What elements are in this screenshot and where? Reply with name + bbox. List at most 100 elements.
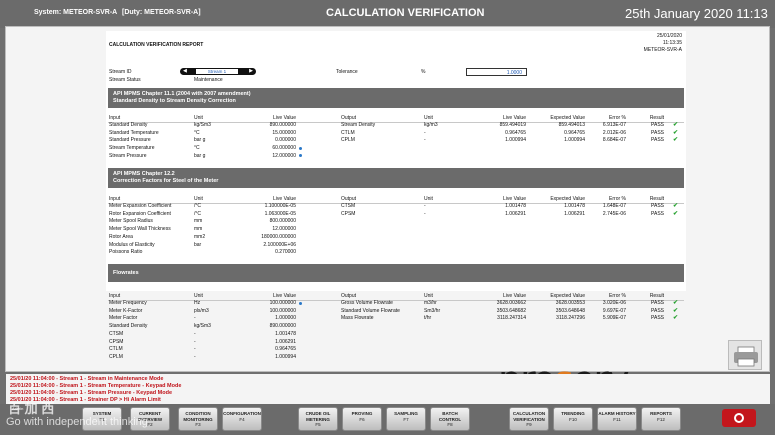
watermark-line1: 百 加 西 [8,401,55,416]
tolerance-value: 1.0000 [506,70,522,76]
tolerance-unit: % [421,69,426,75]
nav-button-fkey: F10 [569,416,577,422]
section-title: API MPMS Chapter 12.2 [113,171,175,177]
nav-button-label: REPORTS [650,411,672,416]
output-expected-value: 3118.247296 [556,315,585,322]
nav-button-calculation-verification[interactable]: CALCULATION VERIFICATION F9 [509,407,549,431]
input-unit: Hz [194,300,201,306]
input-live-value: 1.006291 [275,338,296,345]
input-live-value: 1.001478 [275,330,296,337]
pass-check-icon: ✔ [673,307,679,314]
nav-button-label: PROVING [351,411,373,416]
column-header-live-value: Live Value [273,196,296,202]
column-header-out-unit: Unit [424,115,433,121]
input-unit: pls/m3 [194,307,209,314]
input-live-value: 1.000000 [275,315,296,322]
nav-button-reports[interactable]: REPORTS F12 [641,407,681,431]
alarm-line[interactable]: 25/01/20 11:04:00 - Stream 1 - Stream Te… [10,383,181,389]
input-live-value: 0.000000 [275,137,296,144]
output-error: 2.745E-06 [602,210,626,217]
output-live-value: 1.000994 [505,137,526,144]
pass-check-icon: ✔ [673,203,679,209]
input-live-value: 800.000000 [269,218,296,225]
input-unit: /°C [194,203,201,209]
nav-button-trending[interactable]: TRENDING F10 [553,407,593,431]
output-name: Gross Volume Flowrate [341,300,393,306]
duty-label: [Duty: METEOR-SVR-A] [122,9,201,16]
next-stream-icon[interactable]: ▶ [249,68,253,74]
input-live-value: 100.000000 [269,307,296,314]
input-name: Standard Density [109,323,148,330]
input-live-value: 12.000000 [272,152,296,159]
nav-button-fkey: F7 [403,416,409,422]
keypad-indicator-icon [299,301,302,305]
nav-button-sampling[interactable]: SAMPLING F7 [386,407,426,431]
previous-stream-icon[interactable]: ◀ [183,68,187,74]
input-live-value: 60.000000 [272,145,296,152]
output-result: PASS [651,129,664,136]
output-result: PASS [651,137,664,144]
alarm-line[interactable]: 25/01/20 11:04:00 - Stream 1 - Stream in… [10,376,163,382]
nav-button-label: ALARM HISTORY [598,411,636,416]
datetime-display: 25th January 2020 11:13 [625,6,768,21]
stream-selector[interactable]: ◀ Stream 1 ▶ [180,68,256,75]
output-result: PASS [651,203,664,209]
column-header-out-live-value: Live Value [503,196,526,202]
output-expected-value: 3503.648648 [555,307,585,314]
column-header-input: Input [109,115,121,121]
printer-icon [734,346,758,367]
tolerance-input[interactable]: 1.0000 [466,68,527,76]
output-result: PASS [651,307,664,314]
output-name: Mass Flowrate [341,315,374,322]
section-subtitle: Correction Factors for Steel of the Mete… [113,178,219,184]
input-name: Meter Factor [109,315,138,322]
input-name: Meter Spool Radius [109,218,153,225]
nav-button-batch-control[interactable]: BATCH CONTROL F8 [430,407,470,431]
pass-check-icon: ✔ [673,300,679,306]
print-button[interactable] [728,340,762,370]
input-name: Standard Temperature [109,129,159,136]
column-header-unit: Unit [194,115,203,121]
output-unit: - [424,203,426,209]
input-unit: - [194,346,196,353]
header-bar: System: METEOR-SVR-A [Duty: METEOR-SVR-A… [0,0,775,28]
nav-button-fkey: F8 [447,422,453,427]
column-header-result: Result [649,115,664,121]
output-unit: kg/m3 [424,122,438,128]
output-unit: - [424,137,426,144]
output-expected-value: 1.001478 [564,203,585,209]
nav-button-alarm-history[interactable]: ALARM HISTORY F11 [597,407,637,431]
input-unit: kg/Sm3 [194,122,211,128]
pass-check-icon: ✔ [673,210,679,217]
nav-button-proving[interactable]: PROVING F6 [342,407,382,431]
nav-button-crude-oil-metering[interactable]: CRUDE OIL METERING F5 [298,407,338,431]
output-result: PASS [651,315,664,322]
nav-button-fkey: F12 [657,416,665,422]
section-header-0: API MPMS Chapter 11.1 (2004 with 2007 am… [108,88,684,108]
input-unit: bar g [194,152,206,159]
input-live-value: 890.000000 [269,122,296,128]
column-header-unit: Unit [194,196,203,202]
input-live-value: 100.000000 [269,300,296,306]
output-name: Stream Density [341,122,376,128]
column-header-output: Output [341,196,357,202]
exit-button[interactable] [722,409,756,427]
input-unit: bar [194,241,202,248]
nav-button-label: CRUDE OIL METERING [305,411,331,422]
output-error: 8.684E-07 [602,137,626,144]
input-live-value: 0.270000 [275,249,296,256]
stream-status-label: Stream Status [109,77,141,83]
input-unit: - [194,353,196,360]
output-unit: - [424,210,426,217]
input-live-value: 1.000994 [275,353,296,360]
input-name: Stream Pressure [109,152,147,159]
input-name: Stream Temperature [109,145,155,152]
input-name: Meter Expansion Coefficient [109,203,172,209]
input-unit: mm [194,218,203,225]
input-name: Rotor Area [109,233,133,240]
input-name: Modulus of Elasticity [109,241,155,248]
output-live-value: 0.964765 [505,129,526,136]
verification-report: CALCULATION VERIFICATION REPORT 25/01/20… [106,31,686,360]
nav-button-fkey: F5 [315,422,321,427]
column-header-live-value: Live Value [273,293,296,299]
